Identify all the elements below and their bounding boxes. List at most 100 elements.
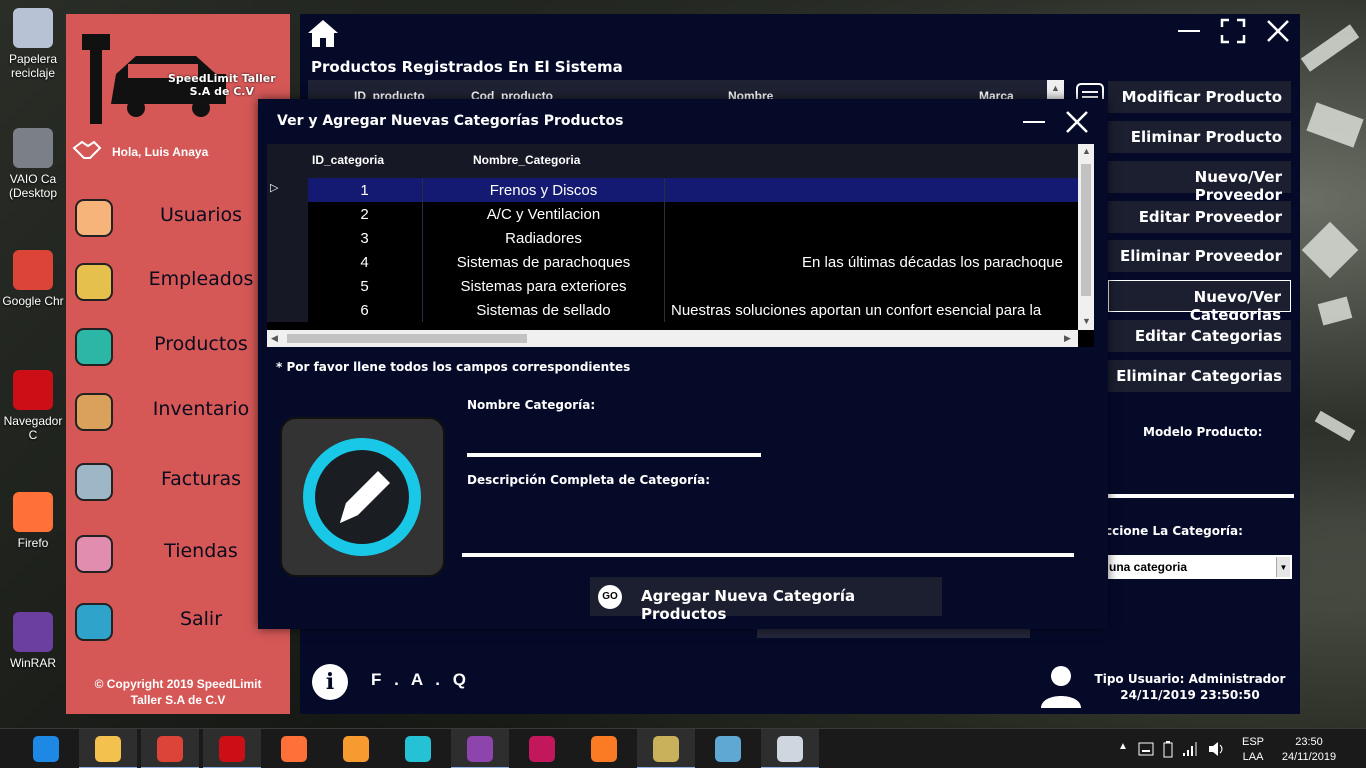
- categories-grid[interactable]: ID_categoria Nombre_Categoria ▷ 1 Frenos y…: [267, 144, 1094, 347]
- table-row[interactable]: ▷ 1 Frenos y Discos: [267, 178, 1078, 202]
- categories-dialog: Ver y Agregar Nuevas Categorías Producto…: [258, 99, 1108, 629]
- volume-icon[interactable]: [1208, 741, 1226, 757]
- nombre-input[interactable]: [467, 425, 761, 457]
- brand-line-2: S.A de C.V: [189, 85, 254, 98]
- taskbar-sublime-text[interactable]: [327, 729, 385, 768]
- minimize-icon[interactable]: [1176, 18, 1202, 44]
- clock-time: 23:50: [1295, 736, 1323, 748]
- desktop-shortcut[interactable]: Firefo: [0, 492, 66, 550]
- wrench-car-icon: [777, 736, 803, 762]
- keyboard-icon[interactable]: [1138, 742, 1154, 756]
- grid-vertical-scrollbar[interactable]: ▲ ▼: [1078, 144, 1094, 330]
- editar-proveedor-button[interactable]: Editar Proveedor: [1108, 201, 1291, 233]
- scroll-right-icon[interactable]: ▶: [1064, 333, 1071, 344]
- sidebar-item-label: Inventario: [152, 398, 250, 420]
- faq-link[interactable]: F . A . Q: [371, 670, 470, 690]
- eliminar-producto-button[interactable]: Eliminar Producto: [1108, 121, 1291, 153]
- taskbar-terminal-app[interactable]: [389, 729, 447, 768]
- sidebar-item-facturas[interactable]: Facturas: [66, 454, 290, 510]
- laptop-icon: [13, 128, 53, 168]
- row-selector[interactable]: [267, 274, 308, 298]
- modelo-input[interactable]: [1108, 494, 1294, 498]
- taskbar-virtualbox[interactable]: [699, 729, 757, 768]
- editar-categorias-button[interactable]: Editar Categorias: [1108, 320, 1291, 352]
- maximize-icon[interactable]: [1220, 18, 1246, 44]
- shopping-basket-icon: [75, 328, 113, 366]
- signal-icon[interactable]: [1182, 741, 1198, 757]
- table-row[interactable]: 6 Sistemas de sellado Nuestras soluciones …: [267, 298, 1078, 322]
- modificar-producto-button[interactable]: Modificar Producto: [1108, 81, 1291, 113]
- language-indicator[interactable]: ESP LAA: [1242, 735, 1264, 765]
- home-icon[interactable]: [306, 18, 340, 48]
- winrar-icon: [13, 612, 53, 652]
- taskbar-tools-app[interactable]: [637, 729, 695, 768]
- sidebar-item-salir[interactable]: Salir: [66, 594, 290, 650]
- nuevo-ver-categorias-button[interactable]: Nuevo/Ver Categorias: [1108, 280, 1291, 324]
- scrollbar-thumb[interactable]: [287, 334, 527, 343]
- cell-description: Nuestras soluciones aportan un confort e…: [671, 302, 1042, 319]
- scroll-left-icon[interactable]: ◀: [271, 333, 278, 344]
- box-icon: [75, 393, 113, 431]
- taskbar-clock[interactable]: 23:50 24/11/2019: [1273, 735, 1345, 765]
- chevron-down-icon[interactable]: ▼: [1276, 557, 1290, 577]
- descripcion-input[interactable]: [462, 499, 1074, 557]
- sidebar-item-label: Tiendas: [164, 540, 238, 562]
- taskbar-speedlimit-app[interactable]: [761, 729, 819, 768]
- table-row[interactable]: 4 Sistemas de parachoques En las últimas d…: [267, 250, 1078, 274]
- table-row[interactable]: 2 A/C y Ventilacion: [267, 202, 1078, 226]
- row-selector[interactable]: [267, 226, 308, 250]
- user-icon: [1041, 666, 1081, 708]
- sidebar-item-usuarios[interactable]: Usuarios: [66, 190, 290, 246]
- close-icon[interactable]: [1265, 18, 1291, 44]
- opera-icon: [219, 736, 245, 762]
- scrollbar-thumb[interactable]: [1081, 164, 1091, 296]
- products-grid-scroll-up[interactable]: ▲: [1047, 80, 1064, 100]
- desktop-shortcut[interactable]: Google Chr: [0, 250, 66, 308]
- sidebar-item-inventario[interactable]: Inventario: [66, 384, 290, 440]
- nuevo-ver-proveedor-button[interactable]: Nuevo/Ver Proveedor: [1108, 161, 1291, 204]
- desktop-shortcut[interactable]: WinRAR: [0, 612, 66, 670]
- taskbar-opera[interactable]: [203, 729, 261, 768]
- brand-name: SpeedLimit Taller S.A de C.V: [168, 72, 276, 98]
- row-selector[interactable]: ▷: [267, 178, 308, 202]
- products-grid[interactable]: ID_producto Cod_producto Nombre Marca: [308, 80, 1064, 103]
- xampp-icon: [591, 736, 617, 762]
- sidebar-item-empleados[interactable]: Empleados: [66, 254, 290, 310]
- table-row[interactable]: 3 Radiadores: [267, 226, 1078, 250]
- taskbar-firefox[interactable]: [265, 729, 323, 768]
- row-selector[interactable]: [267, 202, 308, 226]
- taskbar-uwamp[interactable]: [513, 729, 571, 768]
- tray-expand-icon[interactable]: ▲: [1118, 741, 1128, 752]
- info-icon[interactable]: i: [312, 664, 348, 700]
- copyright-line-2: Taller S.A de C.V: [130, 693, 226, 707]
- eliminar-proveedor-button[interactable]: Eliminar Proveedor: [1108, 240, 1291, 272]
- desktop-shortcut[interactable]: Navegador C: [0, 370, 66, 442]
- row-selector[interactable]: [267, 250, 308, 274]
- row-selector[interactable]: [267, 298, 308, 322]
- language-code: ESP: [1242, 736, 1265, 748]
- eliminar-categorias-button[interactable]: Eliminar Categorias: [1108, 360, 1291, 392]
- pencil-icon: [303, 438, 421, 556]
- desktop-shortcut-label: VAIO Ca (Desktop: [8, 172, 58, 200]
- scroll-up-icon[interactable]: ▲: [1082, 146, 1091, 156]
- taskbar-visual-studio[interactable]: [451, 729, 509, 768]
- dialog-minimize-icon[interactable]: [1021, 109, 1047, 135]
- sidebar-item-productos[interactable]: Productos: [66, 319, 290, 375]
- taskbar-xampp[interactable]: [575, 729, 633, 768]
- categoria-select[interactable]: una categoria ▼: [1105, 555, 1292, 579]
- battery-icon[interactable]: [1162, 740, 1174, 758]
- main-title: Productos Registrados En El Sistema: [311, 58, 623, 76]
- taskbar-file-explorer[interactable]: [79, 729, 137, 768]
- cell-id: 2: [360, 206, 369, 223]
- desktop-shortcut[interactable]: Papelera reciclaje: [0, 8, 66, 80]
- add-category-button[interactable]: GO Agregar Nueva Categoría Productos: [590, 577, 942, 623]
- desktop-shortcut[interactable]: VAIO Ca (Desktop: [0, 128, 66, 200]
- dialog-close-icon[interactable]: [1064, 109, 1090, 135]
- scroll-down-icon[interactable]: ▼: [1082, 316, 1091, 326]
- grid-horizontal-scrollbar[interactable]: ◀ ▶: [267, 330, 1078, 347]
- taskbar-internet-explorer[interactable]: [17, 729, 75, 768]
- grid-header-id: ID_categoria: [312, 153, 385, 167]
- table-row[interactable]: 5 Sistemas para exteriores: [267, 274, 1078, 298]
- sidebar-item-tiendas[interactable]: Tiendas: [66, 526, 290, 582]
- taskbar-chrome[interactable]: [141, 729, 199, 768]
